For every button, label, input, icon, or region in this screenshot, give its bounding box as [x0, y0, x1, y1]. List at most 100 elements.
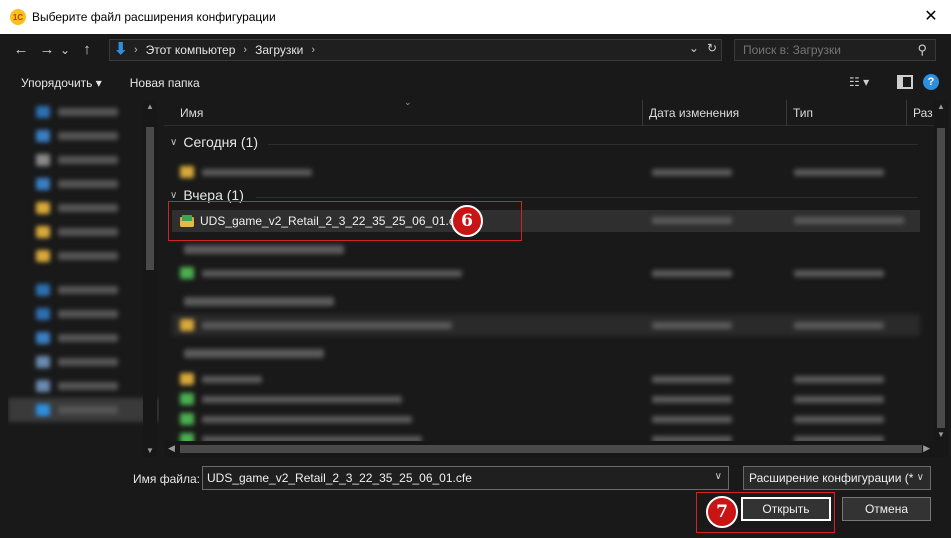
- nav-pane-item[interactable]: [8, 244, 159, 268]
- app-logo-icon: 1С: [10, 9, 26, 25]
- group-header-today[interactable]: ∨ Сегодня (1): [170, 134, 258, 150]
- file-list-vertical-scrollbar[interactable]: ▲ ▼: [934, 100, 948, 457]
- filename-input[interactable]: [203, 467, 703, 489]
- column-divider[interactable]: [786, 100, 787, 126]
- file-row[interactable]: [172, 262, 920, 284]
- column-divider[interactable]: [642, 100, 643, 126]
- folder-icon: [180, 373, 194, 385]
- nav-pane-item[interactable]: [8, 124, 159, 148]
- nav-pane-item[interactable]: [8, 326, 159, 350]
- folder-icon: [36, 380, 50, 392]
- window-title: Выберите файл расширения конфигурации: [32, 10, 276, 24]
- column-header-size[interactable]: Раз: [913, 106, 933, 120]
- scrollbar-thumb[interactable]: [180, 445, 922, 453]
- scroll-up-arrow-icon[interactable]: ▲: [936, 102, 946, 111]
- blurred-text: [184, 348, 324, 358]
- group-header-blurred[interactable]: [172, 290, 920, 312]
- file-type-filter-select[interactable]: Расширение конфигурации (* ∨: [743, 466, 931, 490]
- breadcrumb-this-pc[interactable]: Этот компьютер: [146, 43, 236, 57]
- nav-pane-item[interactable]: [8, 172, 159, 196]
- view-options-icon[interactable]: ☷ ▾: [849, 75, 887, 89]
- file-icon: [180, 267, 194, 279]
- file-row[interactable]: [172, 368, 920, 390]
- nav-pane-item[interactable]: [8, 302, 159, 326]
- help-icon[interactable]: ?: [923, 74, 939, 90]
- scroll-down-arrow-icon[interactable]: ▼: [145, 446, 155, 455]
- forward-arrow-icon[interactable]: →: [36, 39, 58, 61]
- nav-pane-item[interactable]: [8, 148, 159, 172]
- chevron-down-icon[interactable]: ∨: [917, 467, 924, 489]
- group-header-blurred[interactable]: [172, 342, 920, 364]
- nav-pane-item[interactable]: [8, 374, 159, 398]
- breadcrumb-downloads[interactable]: Загрузки: [255, 43, 303, 57]
- organize-menu-button[interactable]: Упорядочить ▾: [21, 76, 102, 90]
- filename-combobox[interactable]: ∨: [202, 466, 729, 490]
- close-icon[interactable]: ✕: [921, 7, 941, 27]
- blurred-label: [58, 132, 118, 140]
- group-label: Сегодня (1): [183, 134, 258, 150]
- file-row[interactable]: [172, 388, 920, 410]
- file-list-horizontal-scrollbar[interactable]: ◀ ▶: [164, 441, 934, 457]
- blurred-text: [652, 375, 732, 383]
- nav-pane-item[interactable]: [8, 278, 159, 302]
- folder-icon: [36, 106, 50, 118]
- folder-icon: [36, 154, 50, 166]
- file-row[interactable]: [172, 314, 920, 336]
- scroll-up-arrow-icon[interactable]: ▲: [145, 102, 155, 111]
- filename-label: Имя файла:: [133, 472, 200, 486]
- nav-pane-item[interactable]: [8, 196, 159, 220]
- collapse-chevron-icon[interactable]: ∨: [170, 190, 177, 201]
- nav-pane-item[interactable]: [8, 350, 159, 374]
- scrollbar-thumb[interactable]: [146, 127, 154, 270]
- column-header-name[interactable]: Имя: [180, 106, 203, 120]
- scroll-left-arrow-icon[interactable]: ◀: [168, 443, 175, 454]
- blurred-text: [202, 375, 262, 383]
- breadcrumb-separator: ›: [243, 44, 248, 56]
- cancel-button[interactable]: Отмена: [842, 497, 931, 521]
- collapse-chevron-icon[interactable]: ∨: [170, 137, 177, 148]
- blurred-text: [652, 217, 732, 224]
- up-arrow-icon[interactable]: ↑: [76, 39, 98, 61]
- recent-locations-chevron-icon[interactable]: ⌄: [58, 39, 72, 61]
- nav-pane-item-downloads[interactable]: [8, 398, 159, 422]
- back-arrow-icon[interactable]: ←: [10, 39, 32, 61]
- nav-pane-item[interactable]: [8, 220, 159, 244]
- search-input[interactable]: [735, 43, 905, 57]
- group-header-blurred[interactable]: [172, 238, 920, 260]
- step-7-badge: 7: [706, 496, 738, 528]
- new-folder-button[interactable]: Новая папка: [130, 76, 200, 90]
- blurred-text: [794, 375, 884, 383]
- address-dropdown-chevron-icon[interactable]: ⌄: [689, 41, 699, 55]
- file-icon: [180, 393, 194, 405]
- computer-icon: [36, 332, 50, 344]
- blurred-label: [58, 180, 118, 188]
- downloads-icon: [36, 404, 50, 416]
- nav-pane-item[interactable]: [8, 100, 159, 124]
- file-type-filter-value: Расширение конфигурации (*: [749, 471, 914, 485]
- scrollbar-thumb[interactable]: [937, 128, 945, 428]
- navigation-pane-scrollbar[interactable]: ▲ ▼: [143, 100, 157, 457]
- address-bar[interactable]: ⬇ › Этот компьютер › Загрузки › ⌄ ↻: [109, 39, 722, 61]
- blurred-label: [58, 334, 118, 342]
- folder-icon: [180, 319, 194, 331]
- preview-pane-icon[interactable]: [897, 75, 913, 89]
- search-box[interactable]: ⚲: [734, 39, 936, 61]
- folder-icon: [36, 250, 50, 262]
- blurred-text: [652, 269, 732, 277]
- group-divider-line: [268, 144, 918, 145]
- search-icon[interactable]: ⚲: [917, 42, 927, 58]
- scroll-right-arrow-icon[interactable]: ▶: [923, 443, 930, 454]
- blurred-label: [58, 204, 118, 212]
- refresh-icon[interactable]: ↻: [707, 41, 717, 55]
- file-row[interactable]: [172, 161, 920, 183]
- column-header-row: Имя ⌄ Дата изменения Тип Раз: [164, 100, 934, 126]
- chevron-down-icon[interactable]: ∨: [715, 471, 722, 482]
- command-toolbar: Упорядочить ▾ Новая папка ☷ ▾ ?: [0, 66, 951, 100]
- column-header-date[interactable]: Дата изменения: [649, 106, 739, 120]
- column-header-type[interactable]: Тип: [793, 106, 813, 120]
- column-divider[interactable]: [906, 100, 907, 126]
- file-row[interactable]: [172, 408, 920, 430]
- title-bar: 1С Выберите файл расширения конфигурации…: [0, 0, 951, 34]
- scroll-down-arrow-icon[interactable]: ▼: [936, 430, 946, 439]
- cloud-icon: [36, 284, 50, 296]
